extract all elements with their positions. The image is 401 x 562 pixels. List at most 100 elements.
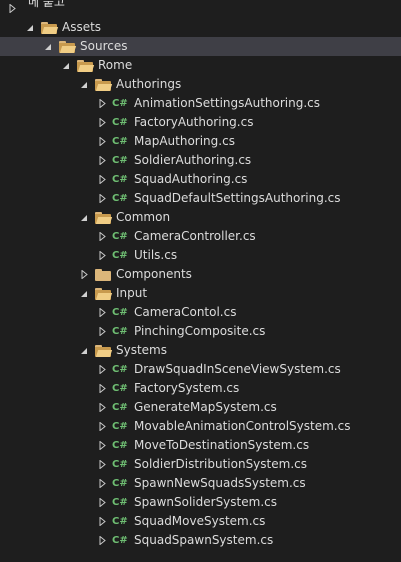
csharp-file-icon: C# <box>112 174 128 185</box>
tree-file-row[interactable]: C# CameraContol.cs <box>0 303 401 322</box>
tree-item-label: Utils.cs <box>134 248 178 262</box>
collapse-arrow-icon[interactable] <box>78 341 90 360</box>
csharp-file-icon: C# <box>112 307 128 318</box>
expand-arrow-icon[interactable] <box>96 132 108 151</box>
expand-arrow-icon[interactable] <box>96 151 108 170</box>
expand-arrow-icon[interactable] <box>96 379 108 398</box>
csharp-file-icon: C# <box>112 459 128 470</box>
tree-item-label: 메 붙고 <box>28 0 65 9</box>
csharp-file-icon: C# <box>112 326 128 337</box>
csharp-file-icon: C# <box>112 383 128 394</box>
tree-folder-row[interactable]: Assets <box>0 18 401 37</box>
tree-file-row[interactable]: C# SoldierAuthoring.cs <box>0 151 401 170</box>
tree-file-row[interactable]: C# SquadMoveSystem.cs <box>0 512 401 531</box>
tree-item-label: Sources <box>80 39 128 53</box>
tree-folder-row[interactable]: Sources <box>0 37 401 56</box>
tree-folder-row[interactable]: Components <box>0 265 401 284</box>
folder-open-icon <box>59 41 77 53</box>
expand-arrow-icon[interactable] <box>96 113 108 132</box>
tree-folder-row[interactable]: Input <box>0 284 401 303</box>
tree-item-label: MovableAnimationControlSystem.cs <box>134 419 351 433</box>
expand-arrow-icon[interactable] <box>96 417 108 436</box>
tree-item-label: PinchingComposite.cs <box>134 324 266 338</box>
tree-file-row[interactable]: C# PinchingComposite.cs <box>0 322 401 341</box>
tree-item-label: SoldierAuthoring.cs <box>134 153 252 167</box>
tree-item-label: SquadSpawnSystem.cs <box>134 533 274 547</box>
tree-file-row[interactable]: C# AnimationSettingsAuthoring.cs <box>0 94 401 113</box>
tree-item-label: SquadMoveSystem.cs <box>134 514 266 528</box>
tree-file-row[interactable]: C# SpawnNewSquadsSystem.cs <box>0 474 401 493</box>
tree-file-row[interactable]: C# DrawSquadInSceneViewSystem.cs <box>0 360 401 379</box>
collapse-arrow-icon[interactable] <box>78 75 90 94</box>
csharp-file-icon: C# <box>112 478 128 489</box>
tree-item-label: CameraController.cs <box>134 229 256 243</box>
collapse-arrow-icon[interactable] <box>60 56 72 75</box>
expand-arrow-icon[interactable] <box>96 227 108 246</box>
tree-file-row[interactable]: C# SquadDefaultSettingsAuthoring.cs <box>0 189 401 208</box>
expand-arrow-icon[interactable] <box>96 322 108 341</box>
tree-file-row[interactable]: C# FactoryAuthoring.cs <box>0 113 401 132</box>
expand-arrow-icon[interactable] <box>96 94 108 113</box>
csharp-file-icon: C# <box>112 497 128 508</box>
expand-arrow-icon[interactable] <box>96 436 108 455</box>
tree-item-label: SpawnSoliderSystem.cs <box>134 495 277 509</box>
tree-file-row[interactable]: C# SquadSpawnSystem.cs <box>0 531 401 550</box>
collapse-arrow-icon[interactable] <box>78 284 90 303</box>
tree-item-label: SpawnNewSquadsSystem.cs <box>134 476 306 490</box>
tree-file-row[interactable]: C# SquadAuthoring.cs <box>0 170 401 189</box>
folder-open-icon <box>41 22 59 34</box>
tree-file-row[interactable]: C# MoveToDestinationSystem.cs <box>0 436 401 455</box>
tree-item-label: Rome <box>98 58 133 72</box>
expand-arrow-icon[interactable] <box>78 265 90 284</box>
tree-folder-row[interactable]: Rome <box>0 56 401 75</box>
tree-item-label: Systems <box>116 343 167 357</box>
tree-item-label: AnimationSettingsAuthoring.cs <box>134 96 321 110</box>
tree-item-label: Common <box>116 210 171 224</box>
collapse-arrow-icon[interactable] <box>24 18 36 37</box>
folder-open-icon <box>95 345 113 357</box>
folder-open-icon <box>95 79 113 91</box>
folder-icon <box>95 269 111 281</box>
tree-item-label: FactorySystem.cs <box>134 381 240 395</box>
expand-arrow-icon[interactable] <box>96 512 108 531</box>
expand-arrow-icon[interactable] <box>96 398 108 417</box>
tree-item-label: SquadDefaultSettingsAuthoring.cs <box>134 191 341 205</box>
expand-arrow-icon[interactable] <box>96 474 108 493</box>
tree-file-row[interactable]: C# SpawnSoliderSystem.cs <box>0 493 401 512</box>
tree-file-row[interactable]: C# Utils.cs <box>0 246 401 265</box>
tree-item-label: Input <box>116 286 148 300</box>
expand-arrow-icon[interactable] <box>96 303 108 322</box>
csharp-file-icon: C# <box>112 421 128 432</box>
expand-arrow-icon[interactable] <box>96 189 108 208</box>
expand-arrow-icon[interactable] <box>96 531 108 550</box>
tree-item-label: SoldierDistributionSystem.cs <box>134 457 307 471</box>
tree-file-row[interactable]: C# CameraController.cs <box>0 227 401 246</box>
tree-item-label: FactoryAuthoring.cs <box>134 115 254 129</box>
tree-folder-row[interactable]: Authorings <box>0 75 401 94</box>
csharp-file-icon: C# <box>112 250 128 261</box>
csharp-file-icon: C# <box>112 193 128 204</box>
csharp-file-icon: C# <box>112 516 128 527</box>
tree-file-row[interactable]: C# MapAuthoring.cs <box>0 132 401 151</box>
tree-item-label: DrawSquadInSceneViewSystem.cs <box>134 362 341 376</box>
expand-arrow-icon[interactable] <box>96 455 108 474</box>
collapse-arrow-icon[interactable] <box>78 208 90 227</box>
tree-file-row[interactable]: C# MovableAnimationControlSystem.cs <box>0 417 401 436</box>
folder-open-icon <box>95 212 113 224</box>
csharp-file-icon: C# <box>112 231 128 242</box>
tree-file-row[interactable]: C# FactorySystem.cs <box>0 379 401 398</box>
tree-folder-row[interactable]: Common <box>0 208 401 227</box>
collapse-arrow-icon[interactable] <box>42 37 54 56</box>
expand-arrow-icon[interactable] <box>6 0 18 18</box>
tree-row-top-fragment[interactable]: 메 붙고 <box>0 0 401 18</box>
tree-item-label: Components <box>116 267 192 281</box>
csharp-file-icon: C# <box>112 535 128 546</box>
expand-arrow-icon[interactable] <box>96 360 108 379</box>
expand-arrow-icon[interactable] <box>96 170 108 189</box>
tree-file-row[interactable]: C# GenerateMapSystem.cs <box>0 398 401 417</box>
expand-arrow-icon[interactable] <box>96 246 108 265</box>
expand-arrow-icon[interactable] <box>96 493 108 512</box>
csharp-file-icon: C# <box>112 364 128 375</box>
tree-file-row[interactable]: C# SoldierDistributionSystem.cs <box>0 455 401 474</box>
tree-folder-row[interactable]: Systems <box>0 341 401 360</box>
